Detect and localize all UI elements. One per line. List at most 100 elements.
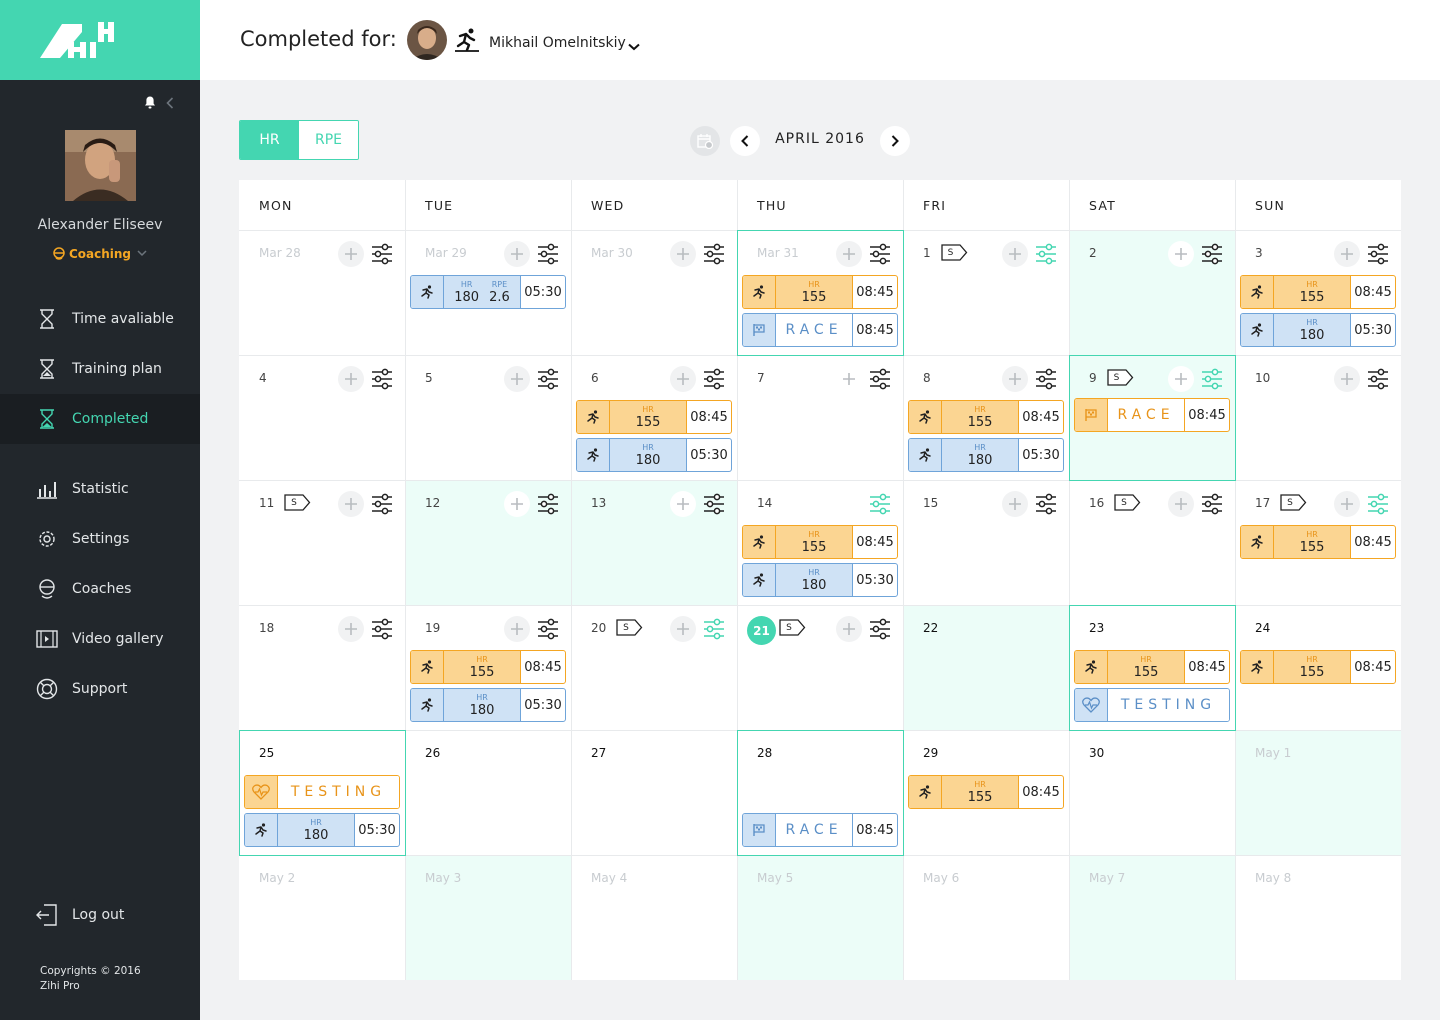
workout-card[interactable]: HR 180 RPE 2.6 05:30 [410, 275, 566, 309]
filter-sliders-icon[interactable] [537, 618, 559, 640]
prev-month-button[interactable] [730, 126, 760, 156]
add-workout-button[interactable] [670, 616, 696, 642]
add-workout-button[interactable] [338, 241, 364, 267]
workout-card[interactable]: HR 155 08:45 [1240, 650, 1396, 684]
workout-card[interactable]: HR 180 05:30 [576, 438, 732, 472]
session-tag-icon[interactable]: S [1114, 494, 1141, 511]
filter-sliders-icon[interactable] [371, 368, 393, 390]
toggle-hr[interactable]: HR [240, 121, 299, 159]
workout-card[interactable]: HR 155 08:45 [1074, 650, 1230, 684]
sidebar-item-coaches[interactable]: Coaches [0, 564, 200, 614]
add-workout-button[interactable] [1334, 241, 1360, 267]
athlete-avatar[interactable] [407, 20, 447, 60]
session-tag-icon[interactable]: S [284, 494, 311, 511]
add-workout-button[interactable] [504, 241, 530, 267]
sidebar-item-completed[interactable]: Completed [0, 394, 200, 444]
workout-card[interactable]: RACE 08:45 [742, 813, 898, 847]
filter-sliders-icon[interactable] [869, 243, 891, 265]
sidebar-item-time-available[interactable]: Time avaliable [0, 294, 200, 344]
add-workout-button[interactable] [670, 241, 696, 267]
add-workout-button[interactable] [504, 616, 530, 642]
filter-sliders-icon[interactable] [1367, 493, 1389, 515]
chevron-down-icon[interactable] [628, 36, 640, 55]
sidebar-item-settings[interactable]: Settings [0, 514, 200, 564]
add-workout-button[interactable] [1168, 241, 1194, 267]
filter-sliders-icon[interactable] [869, 368, 891, 390]
next-month-button[interactable] [880, 126, 910, 156]
filter-sliders-icon[interactable] [869, 493, 891, 515]
sidebar-item-statistic[interactable]: Statistic [0, 464, 200, 514]
filter-sliders-icon[interactable] [371, 493, 393, 515]
filter-sliders-icon[interactable] [1367, 243, 1389, 265]
workout-card[interactable]: HR 180 05:30 [908, 438, 1064, 472]
session-tag-icon[interactable]: S [616, 619, 643, 636]
workout-card[interactable]: HR 155 08:45 [742, 275, 898, 309]
calendar-icon[interactable] [690, 126, 720, 156]
logout-button[interactable]: Log out [0, 890, 200, 940]
add-workout-button[interactable] [338, 366, 364, 392]
filter-sliders-icon[interactable] [537, 243, 559, 265]
role-dropdown[interactable]: Coaching [0, 247, 200, 261]
workout-card[interactable]: HR 180 05:30 [410, 688, 566, 722]
filter-sliders-icon[interactable] [703, 618, 725, 640]
workout-card[interactable]: HR 155 08:45 [908, 775, 1064, 809]
workout-card[interactable]: HR 155 08:45 [410, 650, 566, 684]
filter-sliders-icon[interactable] [703, 243, 725, 265]
add-workout-button[interactable] [504, 491, 530, 517]
filter-sliders-icon[interactable] [1035, 493, 1057, 515]
add-workout-button[interactable] [1168, 491, 1194, 517]
add-workout-button[interactable] [1168, 366, 1194, 392]
filter-sliders-icon[interactable] [537, 493, 559, 515]
logo[interactable] [0, 0, 200, 80]
workout-card[interactable]: RACE 08:45 [1074, 398, 1230, 432]
filter-sliders-icon[interactable] [1201, 243, 1223, 265]
filter-sliders-icon[interactable] [1201, 368, 1223, 390]
add-workout-button[interactable] [1334, 366, 1360, 392]
workout-card[interactable]: RACE 08:45 [742, 313, 898, 347]
filter-sliders-icon[interactable] [1201, 493, 1223, 515]
workout-card[interactable]: HR 155 08:45 [908, 400, 1064, 434]
filter-sliders-icon[interactable] [869, 618, 891, 640]
add-workout-button[interactable] [1002, 366, 1028, 392]
filter-sliders-icon[interactable] [371, 243, 393, 265]
session-tag-icon[interactable]: S [779, 619, 806, 636]
add-workout-button[interactable] [1334, 491, 1360, 517]
workout-card[interactable]: HR 155 08:45 [576, 400, 732, 434]
filter-sliders-icon[interactable] [537, 368, 559, 390]
filter-sliders-icon[interactable] [371, 618, 393, 640]
add-workout-button[interactable] [338, 491, 364, 517]
workout-card[interactable]: HR 155 08:45 [1240, 525, 1396, 559]
filter-sliders-icon[interactable] [1367, 368, 1389, 390]
workout-card[interactable]: HR 180 05:30 [1240, 313, 1396, 347]
sidebar-item-training-plan[interactable]: Training plan [0, 344, 200, 394]
filter-sliders-icon[interactable] [703, 493, 725, 515]
add-workout-button[interactable] [670, 491, 696, 517]
athlete-name[interactable]: Mikhail Omelnitskiy [489, 35, 626, 51]
filter-sliders-icon[interactable] [1035, 243, 1057, 265]
session-tag-icon[interactable]: S [940, 244, 968, 261]
filter-sliders-icon[interactable] [1035, 368, 1057, 390]
workout-card[interactable]: TESTING [1074, 688, 1230, 722]
workout-card[interactable]: TESTING [244, 775, 400, 809]
toggle-rpe[interactable]: RPE [299, 121, 358, 159]
add-workout-button[interactable] [1002, 241, 1028, 267]
add-workout-button[interactable] [670, 366, 696, 392]
session-tag-icon[interactable]: S [1106, 369, 1134, 386]
collapse-chevron-icon[interactable] [166, 96, 174, 113]
add-workout-button[interactable] [1002, 491, 1028, 517]
workout-card[interactable]: HR 155 08:45 [742, 525, 898, 559]
avatar[interactable] [65, 130, 136, 201]
add-workout-button[interactable] [836, 366, 862, 392]
add-workout-button[interactable] [338, 616, 364, 642]
add-workout-button[interactable] [836, 616, 862, 642]
filter-sliders-icon[interactable] [703, 368, 725, 390]
workout-card[interactable]: HR 180 05:30 [742, 563, 898, 597]
sidebar-item-video-gallery[interactable]: Video gallery [0, 614, 200, 664]
workout-card[interactable]: HR 155 08:45 [1240, 275, 1396, 309]
add-workout-button[interactable] [504, 366, 530, 392]
sidebar-item-support[interactable]: Support [0, 664, 200, 714]
bell-icon[interactable] [144, 96, 156, 113]
session-tag-icon[interactable]: S [1280, 494, 1307, 511]
add-workout-button[interactable] [836, 241, 862, 267]
workout-card[interactable]: HR 180 05:30 [244, 813, 400, 847]
